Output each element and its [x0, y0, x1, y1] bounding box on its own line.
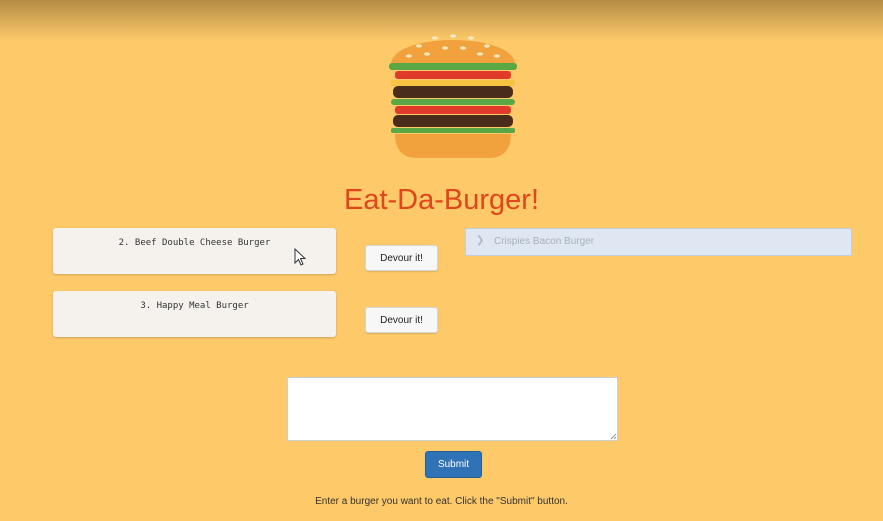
- resize-grip-icon[interactable]: [610, 433, 617, 440]
- instructions-text: Enter a burger you want to eat. Click th…: [315, 496, 568, 507]
- submit-button[interactable]: Submit: [425, 451, 482, 478]
- devour-button[interactable]: Devour it!: [365, 245, 438, 271]
- mouse-cursor-icon: [294, 248, 306, 266]
- devour-button[interactable]: Devour it!: [365, 307, 438, 333]
- burger-name: 3. Happy Meal Burger: [140, 301, 249, 311]
- page-title: Eat-Da-Burger!: [343, 184, 539, 216]
- burger-name: 2. Beef Double Cheese Burger: [118, 238, 271, 248]
- chevron-right-icon: ❯: [476, 235, 485, 246]
- burger-input[interactable]: [287, 377, 618, 441]
- burger-icon: [389, 34, 517, 158]
- devoured-burger-name: Crispies Bacon Burger: [494, 236, 595, 247]
- devoured-burger-item: ❯ Crispies Bacon Burger: [465, 228, 852, 256]
- burger-list-item: 3. Happy Meal Burger: [53, 291, 336, 337]
